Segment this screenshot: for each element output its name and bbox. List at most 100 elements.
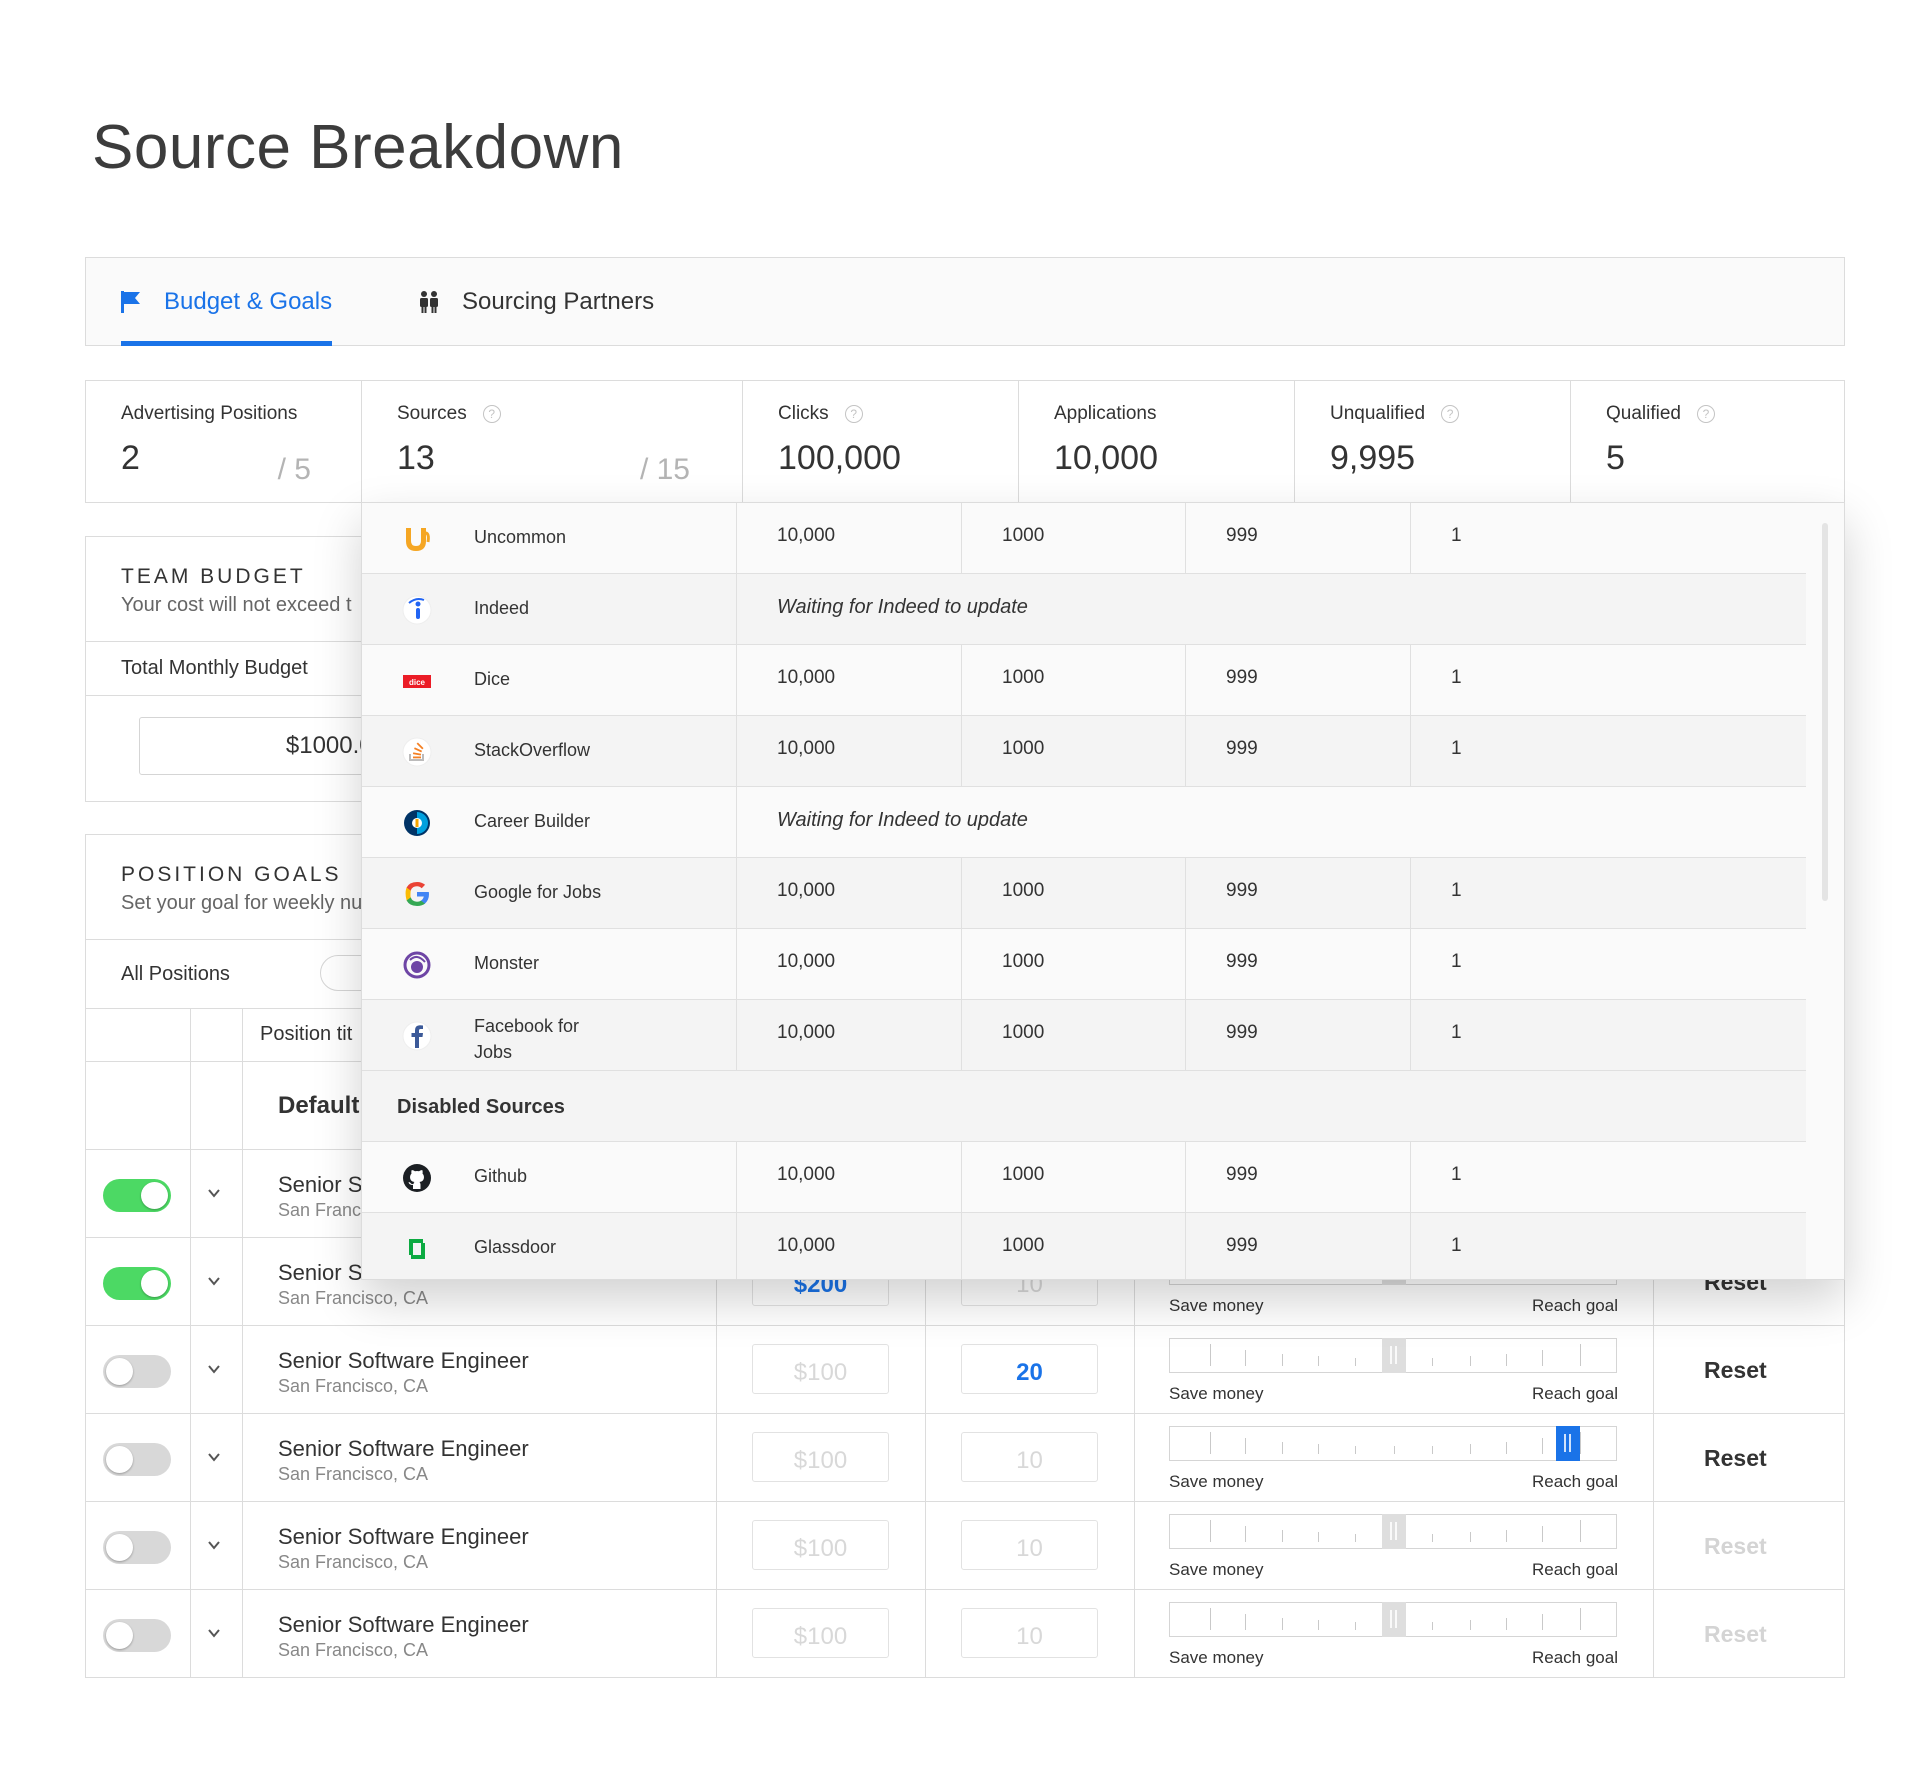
weekly-goal-input[interactable]: 10 (961, 1608, 1098, 1658)
chevron-down-icon[interactable] (207, 1186, 221, 1200)
slider-label-reach-goal: Reach goal (1531, 1296, 1618, 1315)
weekly-goal-input[interactable]: 10 (961, 1520, 1098, 1570)
source-name: Uncommon (474, 527, 567, 547)
chevron-down-icon[interactable] (207, 1538, 221, 1552)
source-unqualified: 999 (1226, 1022, 1258, 1043)
weekly-budget-input[interactable]: $100 (752, 1520, 889, 1570)
source-row[interactable]: dice Dice 10,000 1000 999 1 (362, 645, 1806, 716)
position-goals-subtitle: Set your goal for weekly nu (121, 892, 363, 914)
help-icon[interactable]: ? (1697, 405, 1715, 423)
source-name: Monster (474, 953, 540, 973)
source-qualified: 1 (1451, 880, 1462, 901)
stat-label: Advertising Positions (121, 403, 298, 424)
chevron-down-icon[interactable] (207, 1362, 221, 1376)
slider-label-save-money: Save money (1169, 1472, 1264, 1491)
slider-handle[interactable] (1556, 1426, 1580, 1461)
position-enabled-toggle[interactable] (103, 1355, 171, 1388)
tab-budget-goals[interactable]: Budget & Goals (118, 258, 332, 345)
slider-handle[interactable] (1382, 1338, 1406, 1373)
reset-button[interactable]: Reset (1704, 1357, 1767, 1384)
reset-button[interactable]: Reset (1704, 1533, 1767, 1560)
weekly-budget-input[interactable]: $100 (752, 1608, 889, 1658)
slider-label-save-money: Save money (1169, 1560, 1264, 1579)
tab-bar: Budget & Goals Sourcing Partners (85, 257, 1845, 346)
source-name: Indeed (474, 598, 530, 618)
stat-label: Qualified (1606, 403, 1681, 424)
stat-unqualified: Unqualified? 9,995 (1295, 381, 1571, 502)
toggle-knob (141, 1270, 168, 1297)
stat-clicks: Clicks? 100,000 (743, 381, 1019, 502)
source-waiting-status: Waiting for Indeed to update (777, 809, 1028, 831)
budget-goal-slider[interactable] (1169, 1602, 1617, 1637)
slider-label-reach-goal: Reach goal (1531, 1648, 1618, 1667)
source-unqualified: 999 (1226, 951, 1258, 972)
budget-goal-slider[interactable] (1169, 1338, 1617, 1373)
chevron-down-icon[interactable] (207, 1450, 221, 1464)
source-row[interactable]: Facebook for Jobs 10,000 1000 999 1 (362, 1000, 1806, 1071)
position-title: Senior Software Engineer (278, 1436, 529, 1461)
reset-button[interactable]: Reset (1704, 1445, 1767, 1472)
stat-value: 5 (1606, 439, 1625, 477)
slider-handle[interactable] (1382, 1602, 1406, 1637)
source-qualified: 1 (1451, 738, 1462, 759)
tab-sourcing-partners[interactable]: Sourcing Partners (416, 258, 654, 345)
facebook-logo-icon (402, 1021, 432, 1051)
source-name: Facebook for Jobs (474, 1016, 580, 1062)
source-row[interactable]: Monster 10,000 1000 999 1 (362, 929, 1806, 1000)
stackoverflow-logo-icon (402, 737, 432, 767)
budget-goal-slider[interactable] (1169, 1426, 1617, 1461)
source-name: StackOverflow (474, 740, 591, 760)
source-row[interactable]: Github 10,000 1000 999 1 (362, 1142, 1806, 1213)
source-name: Google for Jobs (474, 882, 602, 902)
source-clicks: 10,000 (777, 525, 836, 546)
source-name: Github (474, 1166, 528, 1186)
svg-text:dice: dice (409, 678, 426, 687)
chevron-down-icon[interactable] (207, 1274, 221, 1288)
position-enabled-toggle[interactable] (103, 1179, 171, 1212)
source-applications: 1000 (1002, 1235, 1045, 1256)
indeed-logo-icon (402, 595, 432, 625)
source-applications: 1000 (1002, 738, 1045, 759)
source-row[interactable]: Glassdoor 10,000 1000 999 1 (362, 1213, 1806, 1279)
source-row[interactable]: StackOverflow 10,000 1000 999 1 (362, 716, 1806, 787)
position-title: Senior Software Engineer (278, 1348, 529, 1373)
default-label: Default (278, 1092, 360, 1119)
position-enabled-toggle[interactable] (103, 1619, 171, 1652)
slider-label-save-money: Save money (1169, 1648, 1264, 1667)
source-clicks: 10,000 (777, 951, 836, 972)
position-goals-heading: POSITION GOALS (121, 863, 342, 886)
tab-label: Sourcing Partners (462, 287, 655, 315)
chevron-down-icon[interactable] (207, 1626, 221, 1640)
stat-label: Sources (397, 403, 467, 424)
monthly-budget-input[interactable]: $1000.00 (139, 717, 399, 775)
source-clicks: 10,000 (777, 667, 836, 688)
position-enabled-toggle[interactable] (103, 1443, 171, 1476)
position-enabled-toggle[interactable] (103, 1531, 171, 1564)
stat-advertising-positions: Advertising Positions 2 / 5 (86, 381, 362, 502)
weekly-goal-input[interactable]: 20 (961, 1344, 1098, 1394)
stat-value: 13 (397, 439, 435, 477)
scrollbar[interactable] (1822, 523, 1828, 901)
toggle-knob (106, 1622, 133, 1649)
source-row[interactable]: Indeed Waiting for Indeed to update (362, 574, 1806, 645)
github-logo-icon (402, 1163, 432, 1193)
position-row: Senior Software Engineer San Francisco, C… (86, 1413, 1844, 1501)
help-icon[interactable]: ? (1441, 405, 1460, 423)
source-row[interactable]: Google for Jobs 10,000 1000 999 1 (362, 858, 1806, 929)
stat-label: Applications (1054, 403, 1157, 424)
position-enabled-toggle[interactable] (103, 1267, 171, 1300)
source-clicks: 10,000 (777, 1022, 836, 1043)
source-row[interactable]: Uncommon 10,000 1000 999 1 (362, 503, 1806, 574)
toggle-knob (106, 1358, 133, 1385)
help-icon[interactable]: ? (844, 405, 863, 423)
slider-handle[interactable] (1382, 1514, 1406, 1549)
budget-goal-slider[interactable] (1169, 1514, 1617, 1549)
source-applications: 1000 (1002, 951, 1045, 972)
help-icon[interactable]: ? (482, 405, 501, 423)
source-row[interactable]: Career Builder Waiting for Indeed to upda… (362, 787, 1806, 858)
weekly-budget-input[interactable]: $100 (752, 1432, 889, 1482)
reset-button[interactable]: Reset (1704, 1621, 1767, 1648)
weekly-goal-input[interactable]: 10 (961, 1432, 1098, 1482)
position-row: Senior Software Engineer San Francisco, C… (86, 1589, 1844, 1677)
weekly-budget-input[interactable]: $100 (752, 1344, 889, 1394)
